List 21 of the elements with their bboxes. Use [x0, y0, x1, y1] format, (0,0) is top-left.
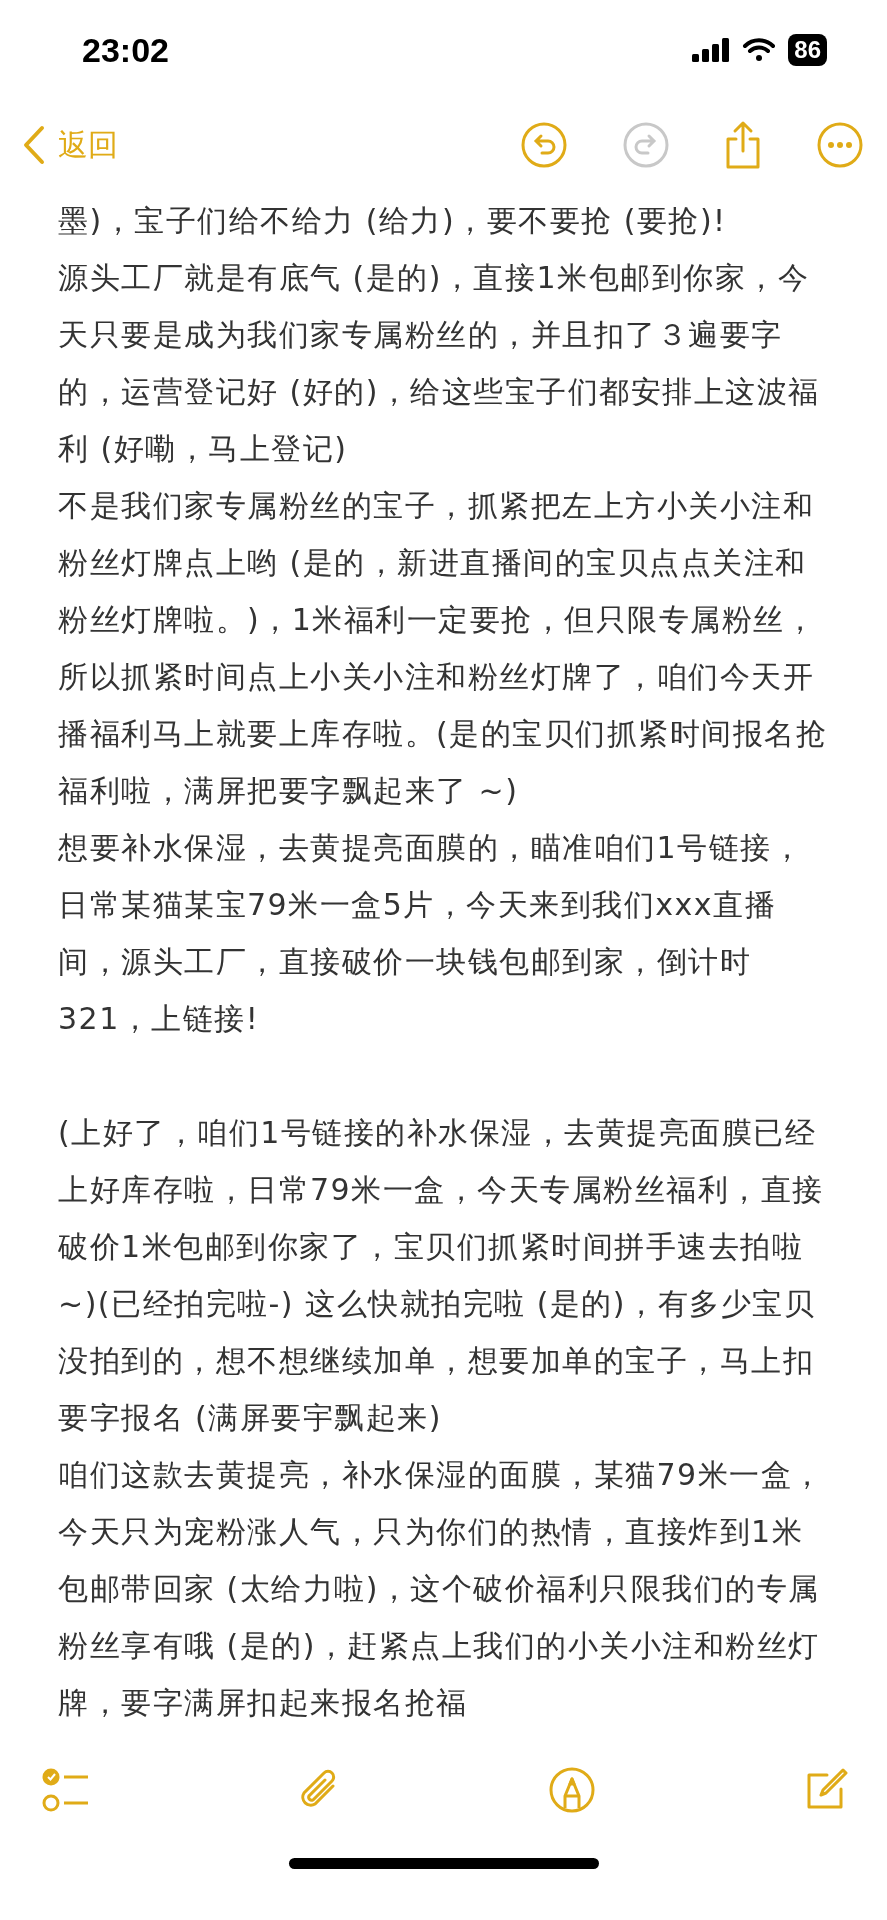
note-paragraph: 不是我们家专属粉丝的宝子，抓紧把左上方小关小注和粉丝灯牌点上哟 (是的，新进直播间的宝贝点点关注和粉丝灯牌啦。)，1米福利一定要抢，但只限专属粉丝，所以抓紧时间点上小关小注和粉丝灯牌了，咱们今天开播福利马上就要上库存啦。(是的宝贝们抓紧时间报名抢福利啦，满屏把要字飘起来了 ~) [58, 487, 829, 810]
more-button[interactable] [817, 122, 863, 168]
wifi-icon [742, 38, 777, 62]
pen-circle-icon[interactable] [548, 1766, 596, 1814]
note-paragraph: 想要补水保湿，去黄提亮面膜的，瞄准咱们1号链接，日常某猫某宝79米一盒5片，今天来到我们xxx直播间，源头工厂，直接破价一块钱包邮到家，倒计时321，上链接! [58, 829, 805, 1038]
undo-icon [521, 122, 567, 168]
note-paragraph: 源头工厂就是有底气 (是的)，直接1米包邮到你家，今天只要是成为我们家专属粉丝的，并且扣了３遍要字的，运营登记好 (好的)，给这些宝子们都安排上这波福利 (好嘞，马上登记) [58, 259, 821, 468]
share-button[interactable] [725, 120, 761, 170]
status-time: 23:02 [82, 30, 169, 70]
note-paragraph: 墨)，宝子们给不给力 (给力)，要不要抢 (要抢)! [58, 202, 728, 240]
note-paragraph: 咱们这款去黄提亮，补水保湿的面膜，某猫79米一盒，今天只为宠粉涨人气，只为你们的热情，直接炸到1米包邮带回家 (太给力啦)，这个破价福利只限我们的专属粉丝享有哦 (是的)，赶紧点上我们的小关小注和粉丝灯牌，要字满屏扣起来报名抢福 [58, 1456, 825, 1722]
redo-icon [623, 122, 669, 168]
more-icon [817, 122, 863, 168]
back-button[interactable]: 返回 [22, 124, 118, 166]
chevron-left-icon [22, 125, 46, 165]
checklist-icon[interactable] [42, 1767, 90, 1813]
undo-button[interactable] [521, 122, 567, 168]
share-icon [725, 120, 761, 170]
battery-level: 86 [788, 34, 827, 66]
note-paragraph: (上好了，咱们1号链接的补水保湿，去黄提亮面膜已经上好库存啦，日常79米一盒，今天专属粉丝福利，直接破价1米包邮到你家了，宝贝们抓紧时间拼手速去拍啦 ~)(已经拍完啦-) 这么快就拍完啦 (是的)，有多少宝贝没拍到的，想不想继续加单，想要加单的宝子，马上扣要字报名 (满屏要宇飘起来) [58, 1114, 825, 1437]
signal-icon [692, 38, 731, 62]
